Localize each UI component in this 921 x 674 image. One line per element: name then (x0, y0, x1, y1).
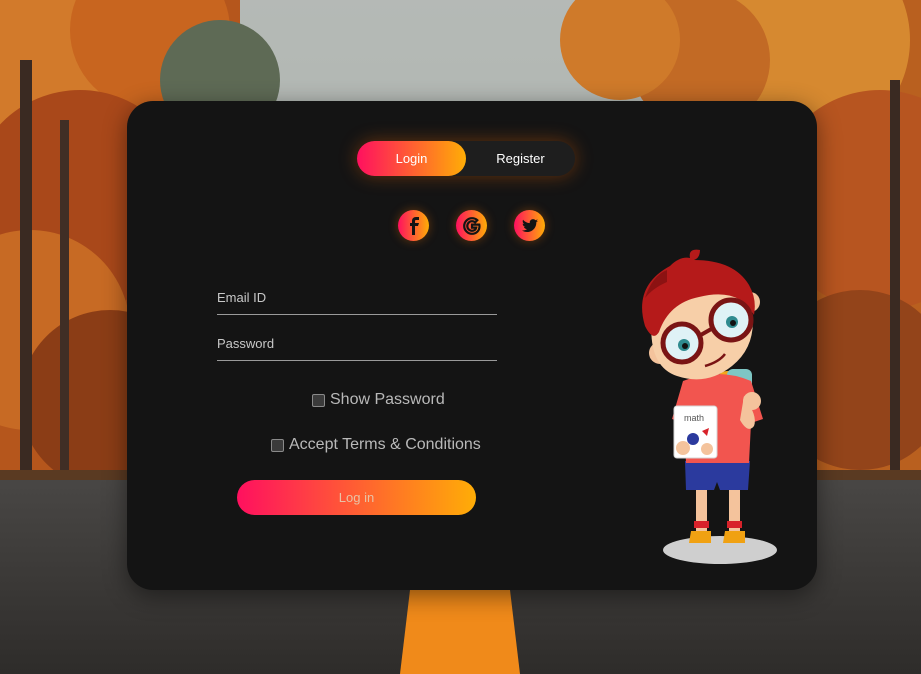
auth-tabs: Login Register (357, 141, 575, 176)
google-button[interactable] (456, 210, 487, 241)
login-card: Login Register Show Password Accept Term… (127, 101, 817, 590)
twitter-button[interactable] (514, 210, 545, 241)
tab-register[interactable]: Register (466, 141, 575, 176)
facebook-icon (409, 216, 419, 235)
facebook-button[interactable] (398, 210, 429, 241)
tab-login[interactable]: Login (357, 141, 466, 176)
show-password-label: Show Password (330, 391, 445, 408)
book-text: math (684, 413, 704, 423)
ground-shadow (663, 536, 777, 564)
twitter-icon (521, 218, 538, 232)
show-password-checkbox[interactable] (312, 393, 325, 407)
password-input[interactable] (217, 333, 497, 361)
student-illustration: math (642, 249, 777, 564)
show-password-toggle[interactable]: Show Password (312, 391, 445, 409)
email-input[interactable] (217, 287, 497, 315)
terms-checkbox[interactable] (271, 438, 284, 452)
terms-label: Accept Terms & Conditions (289, 436, 481, 453)
google-icon (462, 216, 481, 235)
terms-toggle[interactable]: Accept Terms & Conditions (271, 436, 481, 454)
login-submit-button[interactable]: Log in (237, 480, 476, 515)
